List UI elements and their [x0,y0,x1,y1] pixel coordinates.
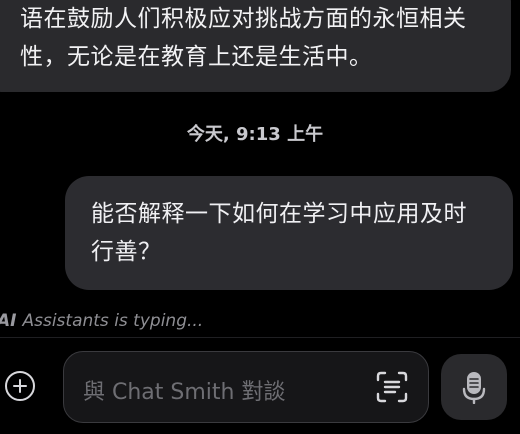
voice-input-button[interactable] [441,354,507,420]
outgoing-message-bubble: 能否解释一下如何在学习中应用及时 行善？ [65,176,513,290]
incoming-message-line: 语在鼓励人们积极应对挑战方面的永恒相关 [20,6,467,32]
incoming-message-bubble: 语在鼓励人们积极应对挑战方面的永恒相关 性，无论是在教育上还是生活中。 [0,0,511,92]
typing-status-text: Assistants is typing... [22,311,204,331]
microphone-icon [462,372,486,404]
ai-logo-mark: AI [0,311,17,331]
message-input-placeholder: 與 Chat Smith 對談 [83,380,286,405]
outgoing-message-text: 能否解释一下如何在学习中应用及时 行善？ [91,195,495,271]
message-timestamp: 今天, 9:13 上午 [186,124,324,145]
outgoing-message-line: 能否解释一下如何在学习中应用及时 [91,201,467,227]
typing-indicator: AIAssistants is typing... [0,311,203,331]
plus-circle-icon [13,379,27,393]
incoming-message-text: 语在鼓励人们积极应对挑战方面的永恒相关 性，无论是在教育上还是生活中。 [20,0,511,76]
message-input-field[interactable]: 與 Chat Smith 對談 [63,351,429,423]
outgoing-message-line: 行善？ [91,239,162,265]
text-scan-icon[interactable] [374,369,410,405]
composer-divider [0,337,520,338]
add-attachment-button[interactable] [5,371,35,401]
incoming-message-line: 性，无论是在教育上还是生活中。 [20,44,373,70]
